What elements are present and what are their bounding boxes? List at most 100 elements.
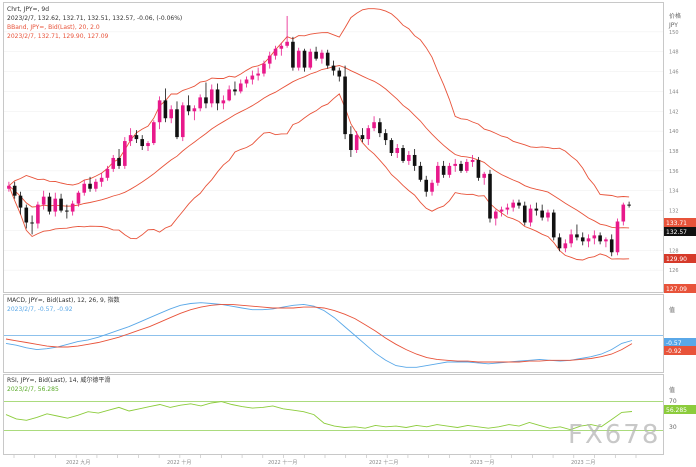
candle-body <box>192 108 197 112</box>
bollinger-bands <box>8 8 630 261</box>
rsi-tag-text: 56.285 <box>666 407 687 414</box>
rsi-title: RSI, JPY=, Bid(Last), 14, 威尔德平滑 <box>7 376 110 384</box>
bb-name: BBand, JPY=, Bid(Last), 20, 2.0 <box>7 24 100 31</box>
candle-body <box>343 76 347 135</box>
candle-body <box>198 97 202 109</box>
candle-body <box>291 41 295 68</box>
candle-body <box>82 183 87 193</box>
macd-values: 2023/2/7, -0.57, -0.92 <box>7 306 73 313</box>
candle-body <box>320 52 324 59</box>
macd-title: MACD, JPY=, Bid(Last), 12, 26, 9, 指数 <box>7 296 120 304</box>
x-tick-label: 2023 一月 <box>470 460 494 466</box>
candle-body <box>123 141 127 166</box>
candle-body <box>401 148 405 161</box>
y-tick-label: 150 <box>669 30 679 36</box>
candle-body <box>24 207 29 223</box>
candle-body <box>604 239 608 242</box>
main-ohlc: 2023/2/7, 132.62, 132.71, 132.51, 132.57… <box>7 15 182 22</box>
candle-body <box>325 52 330 66</box>
candle-body <box>186 105 191 112</box>
candle-body <box>511 202 515 208</box>
candle-body <box>209 89 214 104</box>
y-tick-label: 146 <box>669 70 679 76</box>
candle-body <box>459 163 463 171</box>
macd-axis-label: 值 <box>669 306 675 314</box>
candle-body <box>493 211 498 219</box>
y-tick-label: 148 <box>669 50 679 56</box>
candle-body <box>615 221 620 253</box>
candle-body <box>227 89 231 101</box>
candle-body <box>285 41 289 46</box>
candle-body <box>430 182 434 192</box>
macd-tag-text: -0.57 <box>666 340 682 347</box>
y-tick-label: 140 <box>669 129 679 135</box>
candle-body <box>7 185 11 189</box>
rsi-values: 2023/2/7, 56.285 <box>7 386 59 393</box>
candle-body <box>412 154 417 166</box>
candle-body <box>273 48 278 56</box>
candle-body <box>59 198 63 211</box>
price-header: 价格 <box>669 12 681 20</box>
candle-body <box>117 157 121 166</box>
candle-body <box>308 51 313 68</box>
candle-body <box>152 122 156 144</box>
candle-body <box>146 143 150 147</box>
candle-body <box>441 165 446 175</box>
candle-body <box>215 89 220 104</box>
candle-body <box>94 181 98 189</box>
main-title: Chrt, JPY=, 9d <box>7 6 49 13</box>
candle-body <box>522 205 527 223</box>
candle-body <box>621 204 626 222</box>
candle-body <box>262 63 266 74</box>
candle-body <box>499 209 504 212</box>
x-tick-label: 2022 十月 <box>167 459 191 466</box>
candle-body <box>436 165 440 183</box>
candle-body <box>169 109 173 119</box>
candle-body <box>105 168 110 178</box>
candle-body <box>233 89 237 92</box>
candle-body <box>482 173 486 178</box>
candle-body <box>354 135 359 151</box>
candle-body <box>267 55 272 64</box>
candle-body <box>128 135 133 142</box>
candle-body <box>424 179 429 192</box>
candle-body <box>175 109 179 138</box>
candle-body <box>360 135 365 140</box>
x-tick-label: 2023 二月 <box>571 460 595 466</box>
candle-body <box>30 222 34 224</box>
candle-body <box>389 140 394 153</box>
rsi-lines <box>4 401 663 431</box>
x-tick-label: 2022 九月 <box>66 459 90 466</box>
y-tick-label: 134 <box>669 189 679 195</box>
candle-body <box>476 159 481 178</box>
mid-band-tag-text: 129.90 <box>666 256 687 263</box>
y-tick-label: 138 <box>669 149 679 155</box>
y-tick-label: 142 <box>669 109 679 115</box>
candle-body <box>53 198 58 212</box>
x-tick-label: 2022 十一月 <box>268 459 297 466</box>
candle-body <box>18 195 23 208</box>
candle-body <box>540 210 544 218</box>
y-tick-label: 132 <box>669 209 679 215</box>
candle-body <box>70 203 75 212</box>
signal-tag-text: -0.92 <box>666 348 682 355</box>
candle-body <box>314 51 318 59</box>
signal-line <box>5 303 633 363</box>
candle-body <box>569 234 573 244</box>
candle-body <box>140 139 145 147</box>
candle-body <box>627 204 631 206</box>
candle-body <box>221 100 226 104</box>
candle-body <box>407 154 411 161</box>
lower-band-tag-text: 127.09 <box>666 286 687 293</box>
candle-body <box>383 133 388 141</box>
rsi-line <box>5 401 633 431</box>
candle-body <box>418 165 423 180</box>
price-unit: JPY <box>668 22 678 29</box>
rsi-level-30: 30 <box>669 424 677 431</box>
y-tick-label: 144 <box>669 89 679 95</box>
y-tick-label: 136 <box>669 169 679 175</box>
candle-body <box>378 122 382 134</box>
candle-body <box>546 212 550 218</box>
candle-body <box>470 159 475 162</box>
candle-body <box>12 185 17 196</box>
